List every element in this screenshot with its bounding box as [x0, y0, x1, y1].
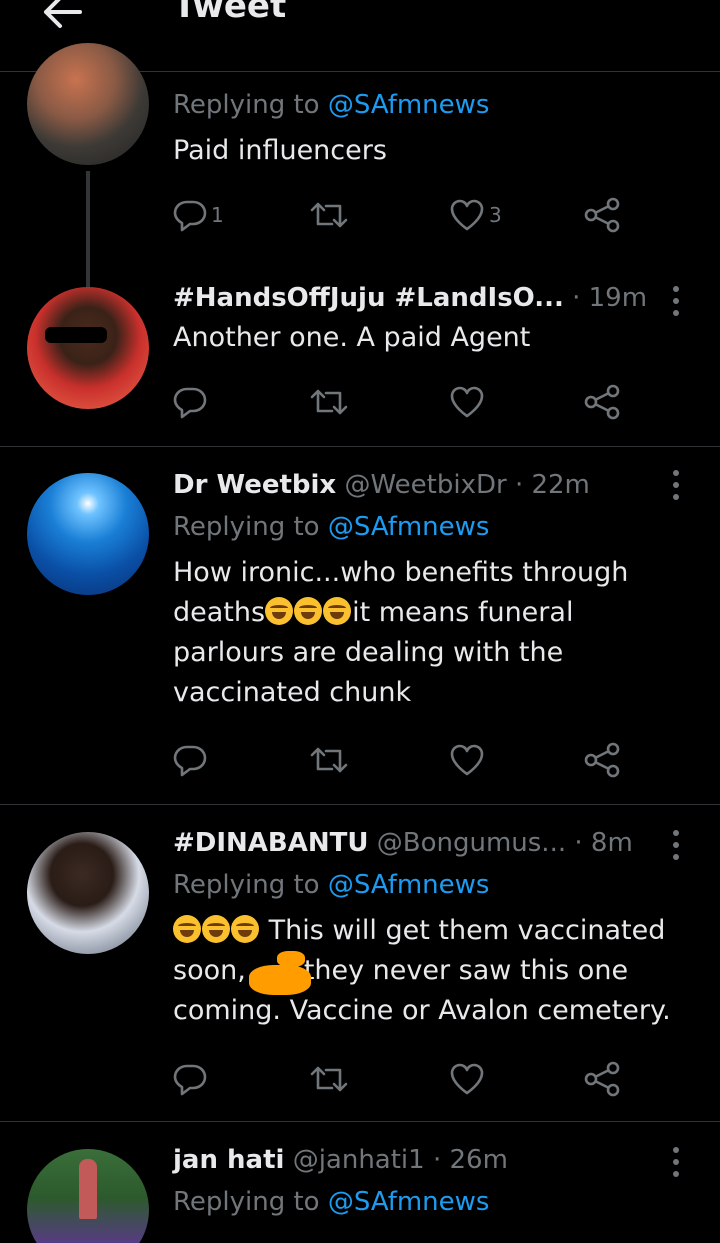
like-count: 3	[489, 203, 502, 227]
replying-to: Replying to @SAfmnews	[173, 90, 490, 120]
reply-button[interactable]	[173, 380, 207, 424]
retweet-icon	[310, 747, 348, 773]
share-button[interactable]	[583, 193, 621, 237]
back-arrow-icon[interactable]	[40, 0, 84, 34]
tweet-reply-3[interactable]: Dr Weetbix @WeetbixDr · 22m Replying to …	[0, 447, 720, 803]
reply-handle-link[interactable]: @SAfmnews	[328, 870, 490, 900]
display-name[interactable]: #DINABANTU	[173, 828, 368, 858]
more-options-icon[interactable]	[666, 1144, 686, 1180]
tweet-reply-4[interactable]: #DINABANTU @Bongumus... · 8m Replying to…	[0, 805, 720, 1121]
grinning-sweat-emoji	[323, 597, 352, 625]
retweet-button[interactable]	[309, 193, 349, 237]
redaction-scribble	[249, 965, 311, 995]
page-title: Tweet	[173, 0, 287, 26]
share-button[interactable]	[583, 738, 621, 782]
replying-to: Replying to @SAfmnews	[173, 1187, 490, 1217]
avatar[interactable]	[27, 473, 149, 595]
like-button[interactable]	[449, 738, 485, 782]
redaction-scribble	[277, 951, 305, 967]
timestamp: · 19m	[572, 283, 648, 313]
reply-icon	[173, 745, 207, 777]
reply-count: 1	[211, 203, 224, 227]
timestamp: · 26m	[432, 1145, 508, 1175]
more-options-icon[interactable]	[666, 827, 686, 863]
heart-icon	[450, 386, 484, 418]
reply-button[interactable]: 1	[173, 193, 224, 237]
share-button[interactable]	[583, 380, 621, 424]
replying-to: Replying to @SAfmnews	[173, 870, 490, 900]
retweet-icon	[310, 389, 348, 415]
tweet-text: Paid influencers	[173, 135, 387, 166]
tweet-text: Another one. A paid Agent	[173, 322, 531, 353]
share-icon	[584, 384, 620, 420]
tweet-header: Dr Weetbix @WeetbixDr · 22m	[173, 467, 693, 503]
username[interactable]: @WeetbixDr	[344, 470, 506, 500]
rofl-emoji	[231, 915, 259, 943]
reply-icon	[173, 1064, 207, 1096]
share-button[interactable]	[583, 1057, 621, 1101]
tweet-header: jan hati @janhati1 · 26m	[173, 1142, 693, 1178]
like-button[interactable]: 3	[449, 193, 502, 237]
username[interactable]: @janhati1	[293, 1145, 425, 1175]
reply-handle-link[interactable]: @SAfmnews	[328, 512, 490, 542]
reply-handle-link[interactable]: @SAfmnews	[328, 1187, 490, 1217]
retweet-icon	[310, 202, 348, 228]
display-name[interactable]: #HandsOffJuju #LandIsO...	[173, 283, 564, 313]
heart-icon	[450, 1063, 484, 1095]
sunglasses	[45, 327, 107, 343]
reply-icon	[173, 200, 207, 232]
reply-button[interactable]	[173, 738, 207, 782]
replying-to: Replying to @SAfmnews	[173, 512, 490, 542]
tweet-text: This will get them vaccinated soon, they …	[173, 915, 671, 1026]
more-options-icon[interactable]	[666, 467, 686, 503]
timestamp: · 22m	[514, 470, 590, 500]
retweet-button[interactable]	[309, 1057, 349, 1101]
share-icon	[584, 197, 620, 233]
avatar[interactable]	[27, 1149, 149, 1243]
avatar[interactable]	[27, 287, 149, 409]
tweet-header: #DINABANTU @Bongumus... · 8m	[173, 825, 693, 861]
retweet-button[interactable]	[309, 380, 349, 424]
reply-button[interactable]	[173, 1057, 207, 1101]
grinning-sweat-emoji	[265, 597, 294, 625]
tweet-reply-2[interactable]: #HandsOffJuju #LandIsO... · 19m Another …	[0, 265, 720, 445]
username[interactable]: @Bongumus...	[377, 828, 566, 858]
display-name[interactable]: Dr Weetbix	[173, 470, 336, 500]
heart-icon	[450, 744, 484, 776]
share-icon	[584, 1061, 620, 1097]
tweet-text: How ironic...who benefits through deaths…	[173, 557, 629, 708]
reply-icon	[173, 387, 207, 419]
like-button[interactable]	[449, 1057, 485, 1101]
display-name[interactable]: jan hati	[173, 1145, 284, 1175]
person-figure	[79, 1159, 97, 1219]
reply-handle-link[interactable]: @SAfmnews	[328, 90, 490, 120]
more-options-icon[interactable]	[666, 283, 686, 319]
rofl-emoji	[173, 915, 201, 943]
avatar[interactable]	[27, 832, 149, 954]
retweet-button[interactable]	[309, 738, 349, 782]
heart-icon	[450, 199, 484, 231]
rofl-emoji	[202, 915, 230, 943]
tweet-header: #HandsOffJuju #LandIsO... · 19m	[173, 280, 693, 316]
grinning-sweat-emoji	[294, 597, 323, 625]
tweet-reply-1[interactable]: Replying to @SAfmnews Paid influencers 1…	[0, 43, 720, 381]
timestamp: · 8m	[574, 828, 633, 858]
like-button[interactable]	[449, 380, 485, 424]
tweet-reply-5[interactable]: jan hati @janhati1 · 26m Replying to @SA…	[0, 1122, 720, 1243]
share-icon	[584, 742, 620, 778]
retweet-icon	[310, 1066, 348, 1092]
avatar[interactable]	[27, 43, 149, 165]
